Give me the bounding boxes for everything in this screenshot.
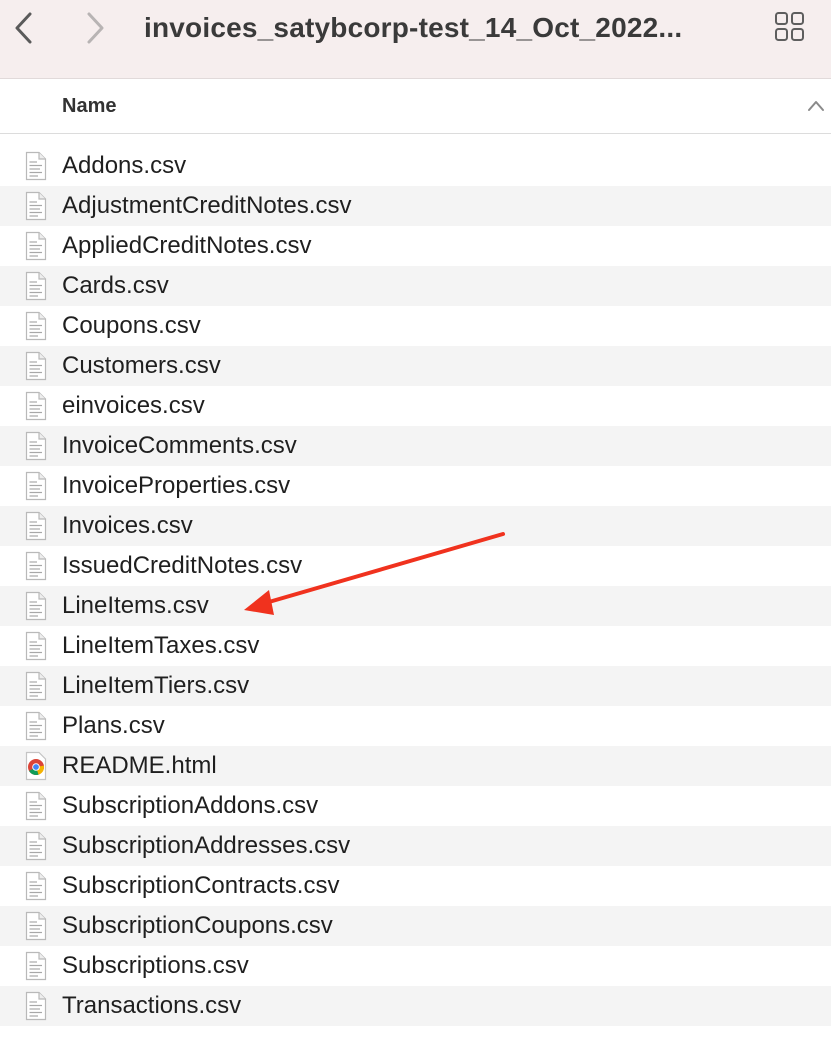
chevron-right-icon	[87, 12, 104, 44]
file-row[interactable]: einvoices.csv	[0, 386, 831, 426]
document-icon	[25, 511, 47, 541]
file-name: Transactions.csv	[62, 992, 242, 1019]
file-name: LineItemTaxes.csv	[62, 632, 260, 659]
file-name: Customers.csv	[62, 352, 221, 379]
file-name: LineItemTiers.csv	[62, 672, 250, 699]
document-icon	[25, 231, 47, 261]
file-name: SubscriptionCoupons.csv	[62, 912, 333, 939]
file-row[interactable]: SubscriptionAddons.csv	[0, 786, 831, 826]
file-row[interactable]: LineItemTiers.csv	[0, 666, 831, 706]
file-row[interactable]: Customers.csv	[0, 346, 831, 386]
file-row[interactable]: SubscriptionCoupons.csv	[0, 906, 831, 946]
file-row[interactable]: Cards.csv	[0, 266, 831, 306]
file-name: SubscriptionContracts.csv	[62, 872, 340, 899]
document-icon	[25, 351, 47, 381]
file-row[interactable]: LineItemTaxes.csv	[0, 626, 831, 666]
file-name: Addons.csv	[62, 152, 187, 179]
chevron-left-icon	[15, 12, 32, 44]
document-icon	[25, 271, 47, 301]
chevron-up-icon[interactable]	[806, 98, 826, 114]
file-row[interactable]: Addons.csv	[0, 146, 831, 186]
document-icon	[25, 471, 47, 501]
window-title: invoices_satybcorp-test_14_Oct_2022...	[144, 12, 683, 43]
file-row[interactable]: Plans.csv	[0, 706, 831, 746]
file-name: InvoiceComments.csv	[62, 432, 297, 459]
file-name: Invoices.csv	[62, 512, 193, 539]
document-icon	[25, 191, 47, 221]
file-name: AppliedCreditNotes.csv	[62, 232, 312, 259]
document-icon	[25, 151, 47, 181]
document-icon	[25, 911, 47, 941]
document-icon	[25, 871, 47, 901]
file-row[interactable]: LineItems.csv	[0, 586, 831, 626]
file-name: Plans.csv	[62, 712, 165, 739]
file-row[interactable]: Transactions.csv	[0, 986, 831, 1026]
name-column-header[interactable]: Name	[62, 80, 116, 132]
file-row[interactable]: README.html	[0, 746, 831, 786]
file-row[interactable]: SubscriptionContracts.csv	[0, 866, 831, 906]
document-icon	[25, 671, 47, 701]
file-name: Coupons.csv	[62, 312, 201, 339]
file-name: LineItems.csv	[62, 592, 209, 619]
file-row[interactable]: Coupons.csv	[0, 306, 831, 346]
grid-view-icon	[775, 12, 804, 41]
chrome-icon	[25, 751, 47, 781]
file-row[interactable]: Invoices.csv	[0, 506, 831, 546]
file-name: SubscriptionAddresses.csv	[62, 832, 351, 859]
file-name: einvoices.csv	[62, 392, 205, 419]
finder-window: invoices_satybcorp-test_14_Oct_2022... N…	[0, 0, 831, 1062]
file-row[interactable]: IssuedCreditNotes.csv	[0, 546, 831, 586]
file-row[interactable]: AppliedCreditNotes.csv	[0, 226, 831, 266]
document-icon	[25, 431, 47, 461]
document-icon	[25, 551, 47, 581]
back-button[interactable]	[6, 8, 42, 48]
file-name: Cards.csv	[62, 272, 169, 299]
file-name: Subscriptions.csv	[62, 952, 249, 979]
file-name: README.html	[62, 752, 217, 779]
file-name: AdjustmentCreditNotes.csv	[62, 192, 352, 219]
document-icon	[25, 831, 47, 861]
document-icon	[25, 631, 47, 661]
forward-button[interactable]	[77, 8, 113, 48]
document-icon	[25, 711, 47, 741]
view-mode-button[interactable]	[773, 10, 807, 44]
document-icon	[25, 991, 47, 1021]
file-row[interactable]: AdjustmentCreditNotes.csv	[0, 186, 831, 226]
file-row[interactable]: Subscriptions.csv	[0, 946, 831, 986]
file-list: Addons.csv AdjustmentCreditNotes.csv Appli…	[0, 146, 831, 1026]
document-icon	[25, 311, 47, 341]
document-icon	[25, 951, 47, 981]
document-icon	[25, 791, 47, 821]
column-header: Name	[0, 80, 831, 134]
toolbar: invoices_satybcorp-test_14_Oct_2022...	[0, 0, 831, 79]
file-row[interactable]: InvoiceComments.csv	[0, 426, 831, 466]
file-row[interactable]: SubscriptionAddresses.csv	[0, 826, 831, 866]
file-name: InvoiceProperties.csv	[62, 472, 291, 499]
file-name: IssuedCreditNotes.csv	[62, 552, 303, 579]
document-icon	[25, 391, 47, 421]
file-row[interactable]: InvoiceProperties.csv	[0, 466, 831, 506]
document-icon	[25, 591, 47, 621]
file-name: SubscriptionAddons.csv	[62, 792, 319, 819]
